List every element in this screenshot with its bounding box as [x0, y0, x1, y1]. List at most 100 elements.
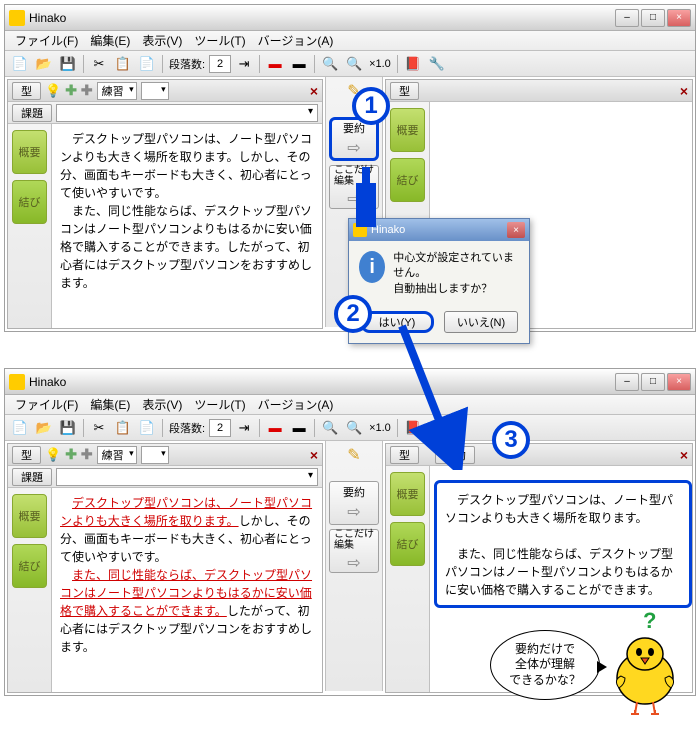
- paragraph-label-b: 段落数:: [167, 420, 207, 436]
- open-icon-b[interactable]: 📂: [33, 417, 55, 439]
- zoom-in-icon-b[interactable]: 🔍: [343, 417, 365, 439]
- save-icon[interactable]: 💾: [57, 53, 79, 75]
- dialog-titlebar: Hinako ×: [349, 219, 529, 241]
- blank-combo-b[interactable]: [141, 446, 169, 464]
- plus-gray-icon-b[interactable]: ✚: [81, 446, 93, 463]
- menu-version-b[interactable]: バージョン(A): [252, 396, 340, 413]
- tab-conclusion-b[interactable]: 結び: [12, 544, 47, 588]
- maximize-button-b[interactable]: □: [641, 373, 665, 391]
- arrow-right-icon: ⇨: [347, 138, 360, 158]
- paste-icon-b[interactable]: 📄: [136, 417, 158, 439]
- tab-conclusion-rb[interactable]: 結び: [390, 522, 425, 566]
- paragraph-label: 段落数:: [167, 56, 207, 72]
- window-title: Hinako: [29, 11, 615, 25]
- pane-close-icon-r[interactable]: ×: [680, 83, 688, 99]
- paragraph-count[interactable]: [209, 55, 231, 73]
- zoom-out-icon-b[interactable]: 🔍: [319, 417, 341, 439]
- arrow-1-to-2: [356, 165, 376, 227]
- main-text[interactable]: デスクトップ型パソコンは、ノート型パソコンよりも大きく場所を取ります。しかし、そ…: [52, 124, 322, 328]
- left-pane-b: 型 💡 ✚ ✚ 練習 × 課題 概要 結び デスクトップ型パソコンは、ノート型パ…: [7, 443, 323, 693]
- kadai-combo[interactable]: [56, 104, 318, 122]
- close-button-b[interactable]: ×: [667, 373, 691, 391]
- marker-red-icon-b[interactable]: ▬: [264, 417, 286, 439]
- practice-combo-b[interactable]: 練習: [97, 446, 137, 464]
- marker-red-icon[interactable]: ▬: [264, 53, 286, 75]
- plus-icon-b[interactable]: ✚: [65, 446, 77, 463]
- pane-close-icon-rb[interactable]: ×: [680, 447, 688, 463]
- main-text-b[interactable]: デスクトップ型パソコンは、ノート型パソコンよりも大きく場所を取ります。しかし、そ…: [52, 488, 322, 692]
- kadai-combo-b[interactable]: [56, 468, 318, 486]
- tool-a-icon[interactable]: 📕: [402, 53, 424, 75]
- question-mark-icon: ?: [643, 608, 656, 634]
- tab-summary-rb[interactable]: 概要: [390, 472, 425, 516]
- step-3-marker: 3: [492, 421, 530, 459]
- new-icon-b[interactable]: 📄: [9, 417, 31, 439]
- menu-file[interactable]: ファイル(F): [9, 32, 84, 49]
- menu-edit-b[interactable]: 編集(E): [84, 396, 136, 413]
- open-icon[interactable]: 📂: [33, 53, 55, 75]
- menu-tool[interactable]: ツール(T): [188, 32, 251, 49]
- menu-version[interactable]: バージョン(A): [252, 32, 340, 49]
- pencil-icon-b[interactable]: ✎: [347, 445, 360, 465]
- blank-combo[interactable]: [141, 82, 169, 100]
- mid-column-b: ✎ 要約 ⇨ ここだけ 編集 ⇨: [325, 441, 383, 691]
- minimize-button-b[interactable]: –: [615, 373, 639, 391]
- summarize-button-b[interactable]: 要約 ⇨: [329, 481, 379, 525]
- minimize-button[interactable]: –: [615, 9, 639, 27]
- zoom-in-icon[interactable]: 🔍: [343, 53, 365, 75]
- app-icon-b: [9, 374, 25, 390]
- zoom-level-b: ×1.0: [367, 422, 393, 434]
- type-button[interactable]: 型: [12, 82, 41, 100]
- kokodake-button-b[interactable]: ここだけ 編集 ⇨: [329, 529, 379, 573]
- menu-file-b[interactable]: ファイル(F): [9, 396, 84, 413]
- tool-b-icon[interactable]: 🔧: [426, 53, 448, 75]
- copy-icon[interactable]: 📋: [112, 53, 134, 75]
- close-button[interactable]: ×: [667, 9, 691, 27]
- indent-icon[interactable]: ⇥: [233, 53, 255, 75]
- window-title-b: Hinako: [29, 375, 615, 389]
- bulb-icon-b[interactable]: 💡: [45, 447, 61, 463]
- bulb-icon[interactable]: 💡: [45, 83, 61, 99]
- indent-icon-b[interactable]: ⇥: [233, 417, 255, 439]
- plus-gray-icon[interactable]: ✚: [81, 82, 93, 99]
- marker-clear-icon[interactable]: ▬: [288, 53, 310, 75]
- new-icon[interactable]: 📄: [9, 53, 31, 75]
- tab-summary-b[interactable]: 概要: [12, 494, 47, 538]
- practice-combo[interactable]: 練習: [97, 82, 137, 100]
- maximize-button[interactable]: □: [641, 9, 665, 27]
- tab-conclusion-r[interactable]: 結び: [390, 158, 425, 202]
- paste-icon[interactable]: 📄: [136, 53, 158, 75]
- cut-icon-b[interactable]: ✂: [88, 417, 110, 439]
- summarize-label-b: 要約: [343, 484, 365, 500]
- pane-close-icon[interactable]: ×: [310, 83, 318, 99]
- menu-edit[interactable]: 編集(E): [84, 32, 136, 49]
- app-icon: [9, 10, 25, 26]
- zoom-out-icon[interactable]: 🔍: [319, 53, 341, 75]
- copy-icon-b[interactable]: 📋: [112, 417, 134, 439]
- tab-summary-r[interactable]: 概要: [390, 108, 425, 152]
- menu-view[interactable]: 表示(V): [136, 32, 188, 49]
- dialog-close-button[interactable]: ×: [507, 222, 525, 238]
- pane-close-icon-b[interactable]: ×: [310, 447, 318, 463]
- left-pane: 型 💡 ✚ ✚ 練習 × 課題 概要 結び デスクトップ型パソコンは、ノート型パ…: [7, 79, 323, 329]
- marker-clear-icon-b[interactable]: ▬: [288, 417, 310, 439]
- arrow-2-to-3: [396, 320, 506, 470]
- summary-result-box: デスクトップ型パソコンは、ノート型パソコンよりも大きく場所を取ります。 また、同…: [434, 480, 692, 608]
- arrow-right-icon-b: ⇨: [347, 502, 360, 522]
- tab-summary[interactable]: 概要: [12, 130, 47, 174]
- menu-view-b[interactable]: 表示(V): [136, 396, 188, 413]
- save-icon-b[interactable]: 💾: [57, 417, 79, 439]
- plus-icon[interactable]: ✚: [65, 82, 77, 99]
- menubar-b: ファイル(F) 編集(E) 表示(V) ツール(T) バージョン(A): [5, 395, 695, 415]
- chick-character-icon: [605, 628, 685, 718]
- tab-conclusion[interactable]: 結び: [12, 180, 47, 224]
- kadai-button-b[interactable]: 課題: [12, 468, 52, 486]
- paragraph-count-b[interactable]: [209, 419, 231, 437]
- type-button-r[interactable]: 型: [390, 82, 419, 100]
- menu-tool-b[interactable]: ツール(T): [188, 396, 251, 413]
- kadai-button[interactable]: 課題: [12, 104, 52, 122]
- info-icon: i: [359, 251, 385, 283]
- step-1-marker: 1: [352, 87, 390, 125]
- cut-icon[interactable]: ✂: [88, 53, 110, 75]
- type-button-b[interactable]: 型: [12, 446, 41, 464]
